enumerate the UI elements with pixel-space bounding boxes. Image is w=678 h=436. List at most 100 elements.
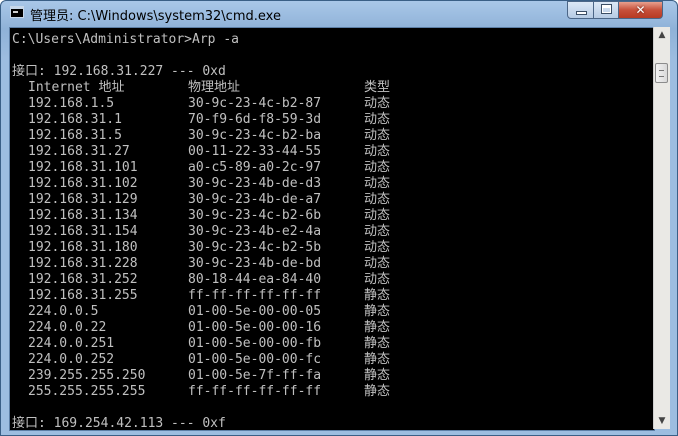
entry-type: 静态 [364,384,391,399]
entry-ip: 192.168.31.5 [28,128,122,143]
entry-type: 动态 [364,128,391,143]
entry-mac: 30-9c-23-4b-de-a7 [188,192,322,207]
vertical-scrollbar[interactable]: ▲ ▼ [653,27,670,429]
entry-ip: 224.0.0.251 [28,336,115,351]
header-internet-address: Internet 地址 [28,80,125,95]
entry-mac: 30-9c-23-4c-b2-ba [188,128,322,143]
scroll-up-arrow-icon[interactable]: ▲ [654,27,670,43]
entry-type: 动态 [364,192,391,207]
arp-entry-row: 192.168.31.27 00-11-22-33-44-55 动态 [12,144,654,160]
entry-type: 静态 [364,336,391,351]
entry-ip: 239.255.255.250 [28,368,146,383]
arp-entry-row: 192.168.31.180 30-9c-23-4c-b2-5b 动态 [12,240,654,256]
entry-mac: 01-00-5e-00-00-16 [188,320,322,335]
entry-mac: ff-ff-ff-ff-ff-ff [188,288,322,303]
entry-ip: 192.168.31.154 [28,224,138,239]
arp-entry-row: 192.168.31.1 70-f9-6d-f8-59-3d 动态 [12,112,654,128]
command-line: C:\Users\Administrator>Arp -a [12,32,239,47]
entry-ip: 255.255.255.255 [28,384,146,399]
entry-ip: 192.168.31.101 [28,160,138,175]
interface-line: 接口: 192.168.31.227 --- 0xd [12,64,226,79]
entry-mac: 30-9c-23-4c-b2-5b [188,240,322,255]
header-type: 类型 [364,80,391,95]
table-header: Internet 地址 物理地址 类型 [12,80,654,96]
arp-entry-row: 224.0.0.251 01-00-5e-00-00-fb 静态 [12,336,654,352]
entry-ip: 192.168.31.134 [28,208,138,223]
entry-ip: 192.168.31.228 [28,256,138,271]
entry-ip: 192.168.31.129 [28,192,138,207]
entry-mac: 01-00-5e-00-00-fc [188,352,322,367]
arp-entry-row: 192.168.31.102 30-9c-23-4b-de-d3 动态 [12,176,654,192]
arp-entry-row: 224.0.0.22 01-00-5e-00-00-16 静态 [12,320,654,336]
arp-entry-row: 192.168.31.5 30-9c-23-4c-b2-ba 动态 [12,128,654,144]
entry-mac: 30-9c-23-4b-de-bd [188,256,322,271]
arp-entry-row: 192.168.31.255 ff-ff-ff-ff-ff-ff 静态 [12,288,654,304]
entry-mac: 30-9c-23-4b-de-d3 [188,176,322,191]
close-button[interactable]: ✕ [618,1,663,19]
scrollbar-thumb[interactable] [655,63,668,83]
entry-ip: 192.168.31.27 [28,144,130,159]
scroll-down-arrow-icon[interactable]: ▼ [654,413,670,429]
arp-entry-row: 192.168.31.129 30-9c-23-4b-de-a7 动态 [12,192,654,208]
entry-ip: 224.0.0.5 [28,304,99,319]
entry-mac: 00-11-22-33-44-55 [188,144,322,159]
cmd-app-icon[interactable] [10,6,24,18]
minimize-button[interactable] [567,1,594,19]
entry-type: 动态 [364,240,391,255]
entry-ip: 192.168.31.252 [28,272,138,287]
entry-ip: 224.0.0.252 [28,352,115,367]
cmd-window: 管理员: C:\Windows\system32\cmd.exe ✕ C:\Us… [0,0,678,436]
entry-type: 动态 [364,176,391,191]
arp-entry-row: 239.255.255.250 01-00-5e-7f-ff-fa 静态 [12,368,654,384]
arp-entry-row: 192.168.31.134 30-9c-23-4c-b2-6b 动态 [12,208,654,224]
entry-mac: 70-f9-6d-f8-59-3d [188,112,322,127]
entry-type: 静态 [364,352,391,367]
entry-type: 动态 [364,224,391,239]
entry-ip: 192.168.31.1 [28,112,122,127]
entry-type: 动态 [364,160,391,175]
title-bar[interactable]: 管理员: C:\Windows\system32\cmd.exe ✕ [1,1,677,25]
arp-entry-row: 192.168.1.5 30-9c-23-4c-b2-87 动态 [12,96,654,112]
arp-entries: 192.168.1.5 30-9c-23-4c-b2-87 动态 192.168.31… [12,96,654,400]
entry-type: 动态 [364,208,391,223]
maximize-button[interactable] [593,1,619,19]
entry-type: 动态 [364,96,391,111]
entry-mac: 01-00-5e-7f-ff-fa [188,368,322,383]
entry-mac: 30-9c-23-4c-b2-6b [188,208,322,223]
entry-mac: 01-00-5e-00-00-05 [188,304,322,319]
entry-mac: ff-ff-ff-ff-ff-ff [188,384,322,399]
arp-entry-row: 192.168.31.252 80-18-44-ea-84-40 动态 [12,272,654,288]
interface-line: 接口: 169.254.42.113 --- 0xf [12,416,226,431]
entry-ip: 224.0.0.22 [28,320,107,335]
entry-ip: 192.168.31.102 [28,176,138,191]
entry-mac: 80-18-44-ea-84-40 [188,272,322,287]
entry-ip: 192.168.1.5 [28,96,115,111]
window-title: 管理员: C:\Windows\system32\cmd.exe [30,9,281,24]
minimize-icon [577,12,586,14]
arp-entry-row: 224.0.0.252 01-00-5e-00-00-fc 静态 [12,352,654,368]
arp-entry-row: 192.168.31.154 30-9c-23-4b-e2-4a 动态 [12,224,654,240]
arp-entry-row: 192.168.31.228 30-9c-23-4b-de-bd 动态 [12,256,654,272]
entry-type: 静态 [364,304,391,319]
entry-type: 动态 [364,272,391,287]
entry-ip: 192.168.31.255 [28,288,138,303]
entry-ip: 192.168.31.180 [28,240,138,255]
entry-type: 静态 [364,288,391,303]
entry-mac: 30-9c-23-4c-b2-87 [188,96,322,111]
arp-entry-row: 192.168.31.101 a0-c5-89-a0-2c-97 动态 [12,160,654,176]
close-icon: ✕ [635,3,646,17]
arp-entry-row: 224.0.0.5 01-00-5e-00-00-05 静态 [12,304,654,320]
maximize-icon [601,4,612,14]
header-physical-address: 物理地址 [188,80,241,95]
entry-type: 动态 [364,256,391,271]
entry-type: 静态 [364,320,391,335]
entry-mac: 01-00-5e-00-00-fb [188,336,322,351]
entry-type: 动态 [364,112,391,127]
entry-type: 静态 [364,368,391,383]
entry-mac: 30-9c-23-4b-e2-4a [188,224,322,239]
entry-mac: a0-c5-89-a0-2c-97 [188,160,322,175]
console-output[interactable]: C:\Users\Administrator>Arp -a 接口: 192.168… [9,27,655,431]
entry-type: 动态 [364,144,391,159]
